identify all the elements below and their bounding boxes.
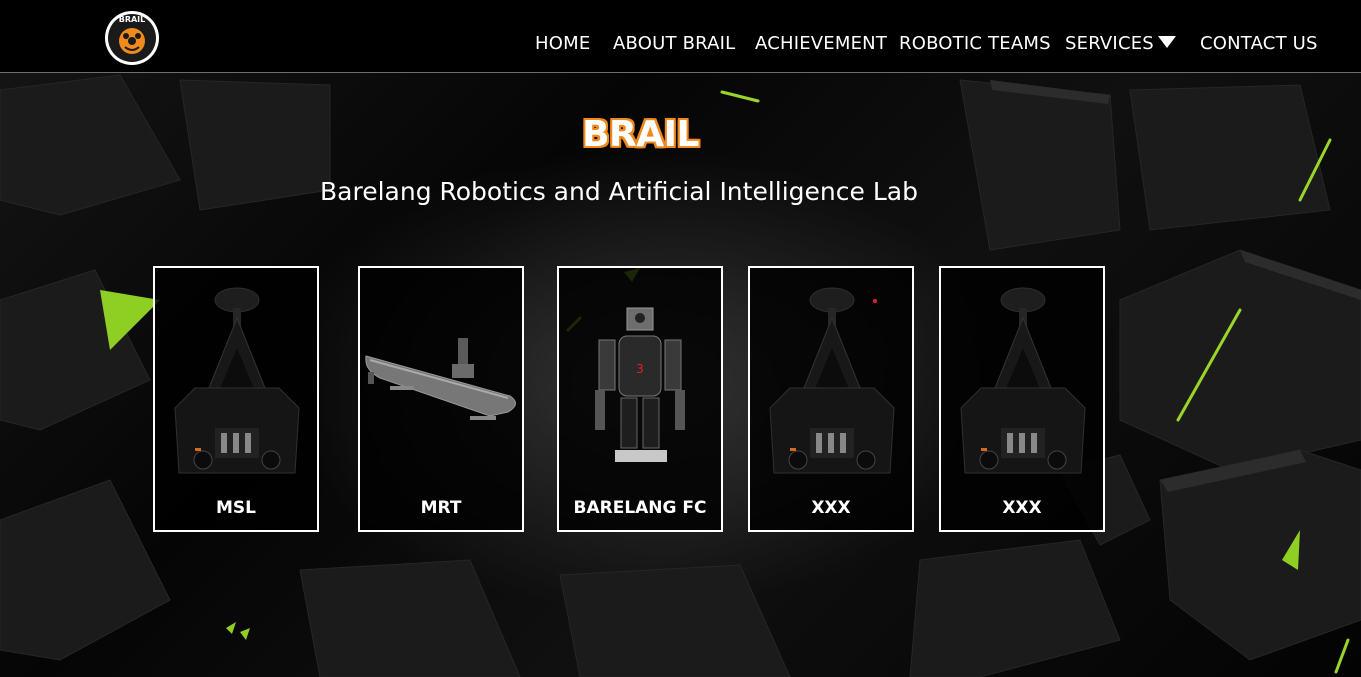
team-card-xxx-2[interactable]: XXX (939, 266, 1105, 532)
hero-title: BRAIL (582, 114, 699, 155)
logo-text: BRAIL (119, 15, 146, 24)
team-card-label: MSL (216, 498, 256, 518)
soccer-robot-icon (960, 287, 1086, 474)
nav-about[interactable]: ABOUT BRAIL (613, 33, 735, 55)
team-card-xxx-1[interactable]: XXX (748, 266, 914, 532)
soccer-robot-icon (769, 287, 895, 474)
team-card-label: BARELANG FC (573, 498, 707, 518)
nav-robotic-teams[interactable]: ROBOTIC TEAMS (899, 33, 1051, 55)
dropdown-caret-icon (1157, 36, 1176, 48)
team-card-barelang-fc[interactable]: 3 BARELANG FC (557, 266, 723, 532)
team-card-msl[interactable]: MSL (153, 266, 319, 532)
team-card-mrt[interactable]: MRT (358, 266, 524, 532)
soccer-robot-icon (174, 287, 300, 474)
red-indicator-dot (873, 299, 877, 303)
nav-services[interactable]: SERVICES (1065, 33, 1176, 55)
hero-subtitle: Barelang Robotics and Artificial Intelli… (320, 177, 918, 206)
svg-text:3: 3 (636, 362, 644, 376)
team-card-label: XXX (811, 498, 851, 518)
team-card-label: MRT (420, 498, 462, 518)
submarine-icon (365, 338, 516, 420)
nav-services-label: SERVICES (1065, 33, 1154, 54)
nav-contact[interactable]: CONTACT US (1200, 33, 1318, 55)
navbar: BRAIL HOME ABOUT BRAIL ACHIEVEMENT ROBOT… (0, 0, 1361, 73)
nav-home[interactable]: HOME (535, 33, 590, 55)
page: BRAIL HOME ABOUT BRAIL ACHIEVEMENT ROBOT… (0, 0, 1361, 677)
brail-logo[interactable]: BRAIL (104, 10, 160, 66)
team-card-label: XXX (1002, 498, 1042, 518)
humanoid-robot-icon: 3 (595, 307, 685, 462)
nav-achievement[interactable]: ACHIEVEMENT (755, 33, 887, 55)
